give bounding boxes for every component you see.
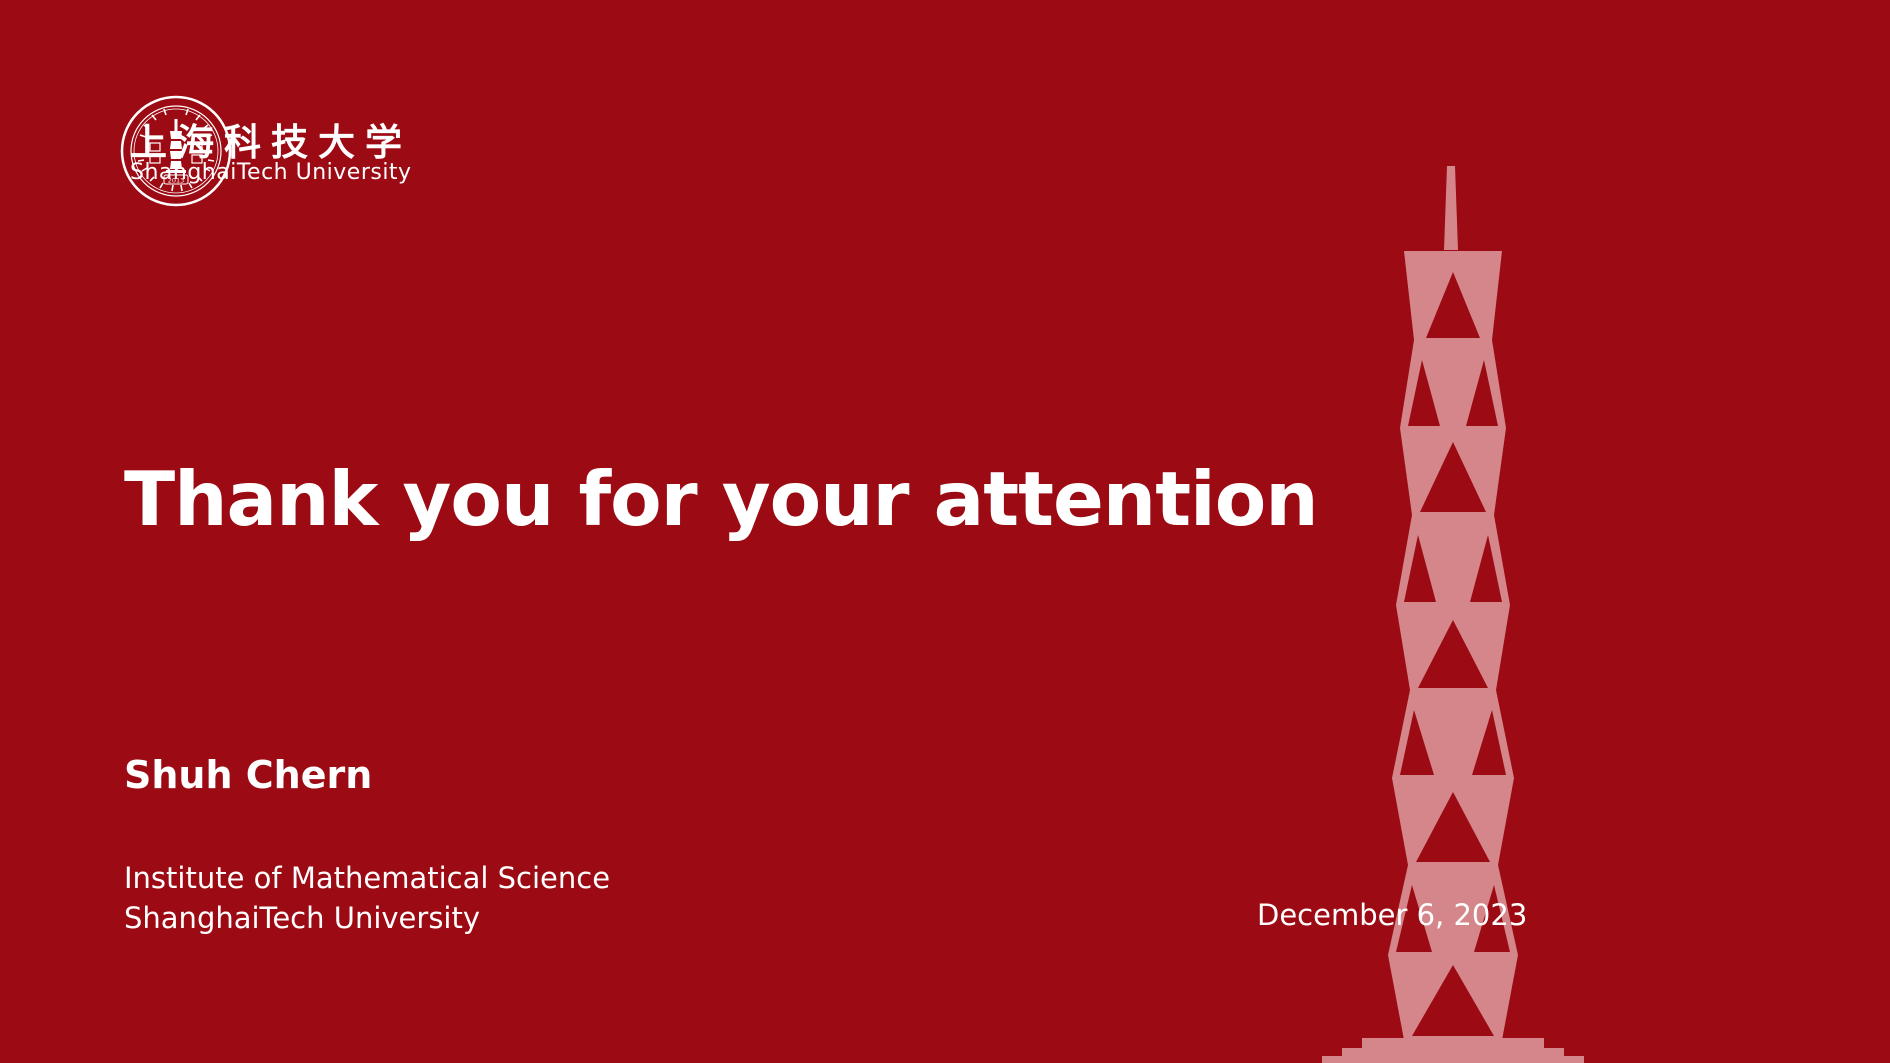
affiliation: Institute of Mathematical Science Shangh… — [124, 858, 610, 938]
author-name: Shuh Chern — [124, 753, 373, 797]
affiliation-university: ShanghaiTech University — [124, 901, 481, 935]
presentation-date: December 6, 2023 — [1257, 898, 1528, 932]
university-name-english: ShanghaiTech University — [130, 160, 412, 185]
slide: 2013 上海科技大学 ShanghaiTech University Than… — [0, 0, 1890, 1063]
affiliation-institute: Institute of Mathematical Science — [124, 861, 611, 895]
university-name-chinese: 上海科技大学 — [130, 121, 412, 164]
slide-title: Thank you for your attention — [124, 455, 1319, 543]
